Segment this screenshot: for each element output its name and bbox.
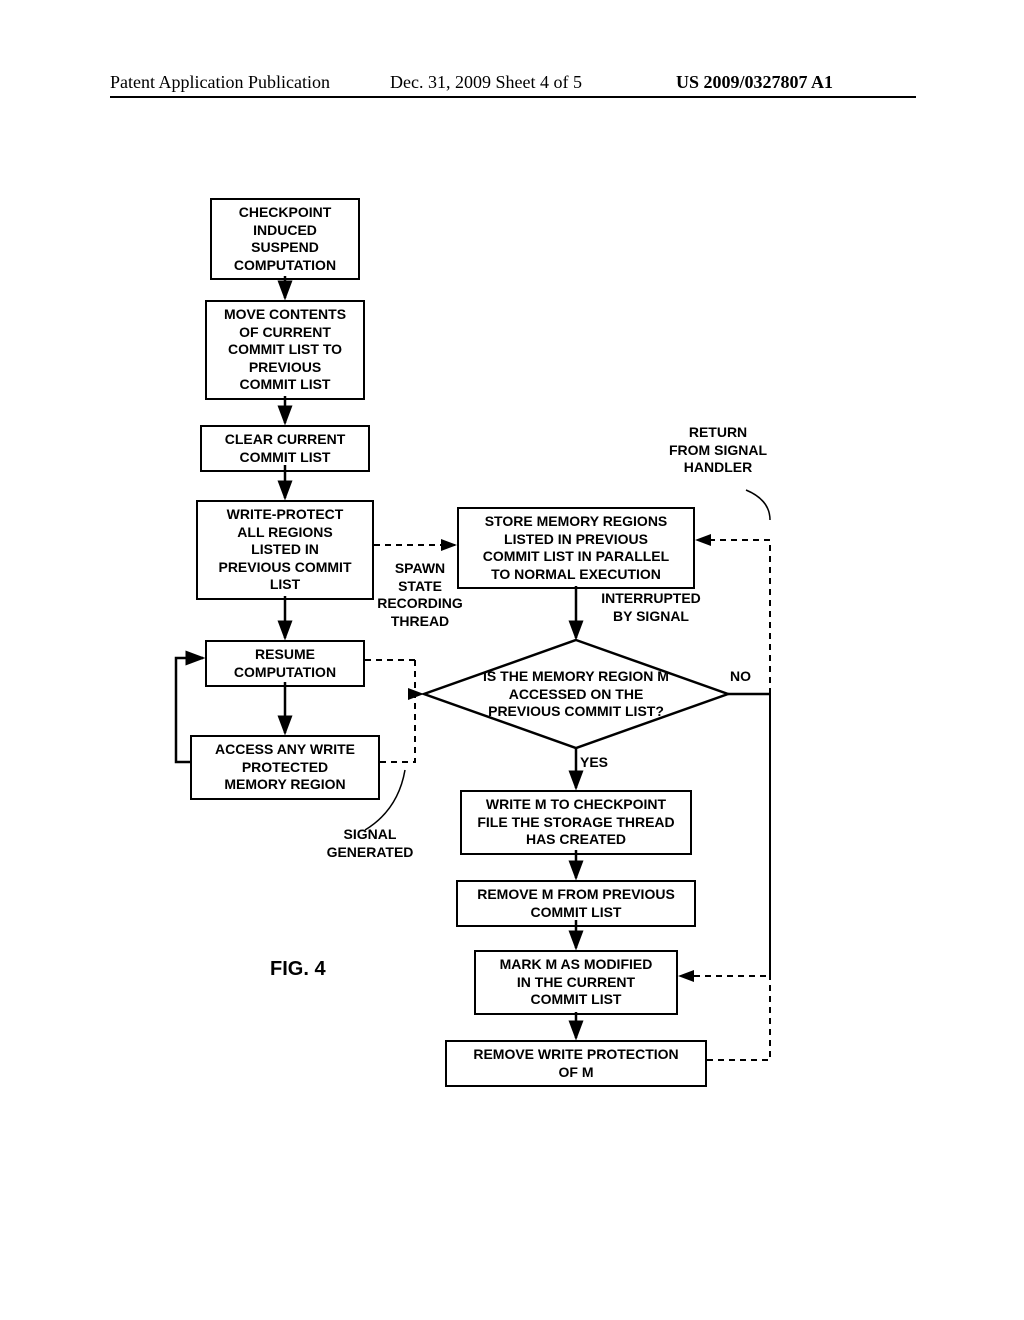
- wires: [0, 0, 1024, 1320]
- figure-label: FIG. 4: [270, 958, 326, 981]
- box-writeprotect: WRITE-PROTECTALL REGIONSLISTED INPREVIOU…: [196, 500, 374, 600]
- box-remove-m: REMOVE M FROM PREVIOUSCOMMIT LIST: [456, 880, 696, 927]
- label-return: RETURNFROM SIGNALHANDLER: [648, 424, 788, 477]
- header-right: US 2009/0327807 A1: [676, 72, 833, 93]
- box-resume: RESUMECOMPUTATION: [205, 640, 365, 687]
- box-write-m: WRITE M TO CHECKPOINTFILE THE STORAGE TH…: [460, 790, 692, 855]
- box-mark-m: MARK M AS MODIFIEDIN THE CURRENTCOMMIT L…: [474, 950, 678, 1015]
- header-left: Patent Application Publication: [110, 72, 330, 93]
- box-move: MOVE CONTENTSOF CURRENTCOMMIT LIST TOPRE…: [205, 300, 365, 400]
- header-center: Dec. 31, 2009 Sheet 4 of 5: [390, 72, 582, 93]
- box-clear: CLEAR CURRENTCOMMIT LIST: [200, 425, 370, 472]
- box-checkpoint: CHECKPOINTINDUCEDSUSPENDCOMPUTATION: [210, 198, 360, 280]
- label-no: NO: [730, 668, 751, 686]
- label-spawn: SPAWNSTATERECORDINGTHREAD: [375, 560, 465, 630]
- decision-text: IS THE MEMORY REGION MACCESSED ON THEPRE…: [454, 668, 698, 721]
- label-interrupted: INTERRUPTEDBY SIGNAL: [586, 590, 716, 625]
- header-rule: [110, 96, 916, 98]
- label-signal-generated: SIGNALGENERATED: [310, 826, 430, 861]
- box-store: STORE MEMORY REGIONSLISTED IN PREVIOUSCO…: [457, 507, 695, 589]
- box-remove-wp: REMOVE WRITE PROTECTIONOF M: [445, 1040, 707, 1087]
- label-yes: YES: [580, 754, 608, 772]
- box-access: ACCESS ANY WRITEPROTECTEDMEMORY REGION: [190, 735, 380, 800]
- page: Patent Application Publication Dec. 31, …: [0, 0, 1024, 1320]
